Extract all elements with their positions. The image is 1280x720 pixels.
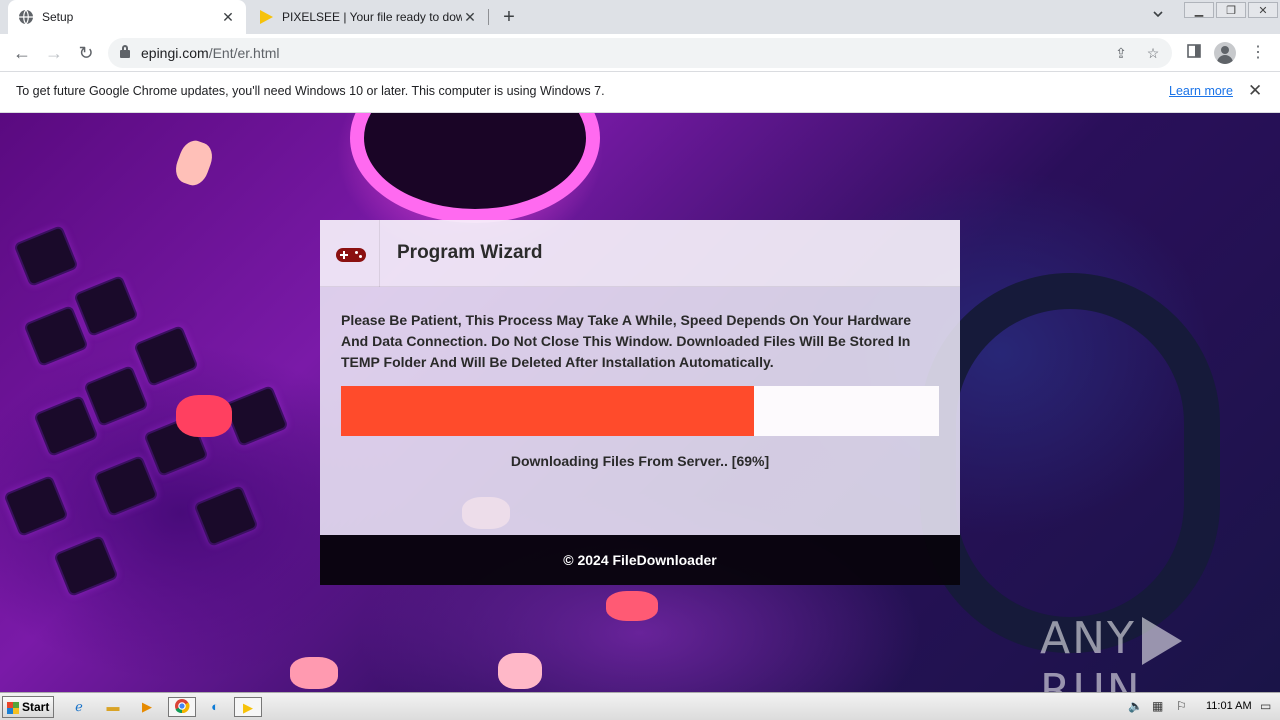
reload-button[interactable]: ↻ [73, 40, 99, 66]
volume-icon[interactable]: 🔈 [1128, 699, 1143, 713]
browser-toolbar: ← → ↻ epingi.com/Ent/er.html ⇪ ☆ ⋮ [0, 34, 1280, 72]
taskbar-clock[interactable]: 11:01 AM [1206, 700, 1252, 712]
update-infobar: To get future Google Chrome updates, you… [0, 72, 1280, 113]
wizard-icon-cell [320, 220, 380, 287]
action-center-flag-icon[interactable]: ⚐ [1176, 699, 1187, 713]
background-cup [350, 113, 600, 223]
tab-setup[interactable]: Setup ✕ [8, 0, 246, 34]
tab-search-chevron-icon[interactable] [1152, 8, 1164, 23]
background-key [223, 384, 289, 448]
background-key [73, 274, 139, 338]
tab-title: Setup [42, 10, 74, 24]
tab-strip: Setup ✕ PIXELSEE | Your file ready to do… [0, 0, 1280, 34]
close-tab-icon[interactable]: ✕ [220, 9, 236, 26]
watermark-right: RUN [1040, 665, 1142, 692]
show-desktop-icon[interactable]: ▭ [1260, 699, 1271, 713]
background-key [193, 484, 259, 548]
learn-more-link[interactable]: Learn more [1169, 84, 1233, 98]
program-wizard-card: Program Wizard Please Be Patient, This P… [320, 220, 960, 585]
background-key [33, 394, 99, 458]
media-player-icon[interactable]: ▶ [136, 697, 158, 717]
globe-icon [19, 9, 33, 25]
background-key [133, 324, 199, 388]
url-text[interactable]: epingi.com/Ent/er.html [141, 45, 280, 61]
wizard-title: Program Wizard [397, 242, 543, 263]
close-window-button[interactable]: ✕ [1248, 2, 1278, 18]
forward-button[interactable]: → [41, 40, 67, 66]
background-key [23, 304, 89, 368]
wizard-footer: © 2024 FileDownloader [320, 535, 960, 585]
share-icon[interactable]: ⇪ [1112, 44, 1130, 62]
window-controls: ▁ ❐ ✕ [1182, 2, 1278, 18]
network-icon[interactable]: ▦ [1152, 699, 1163, 713]
background-candy [290, 657, 338, 689]
wizard-body: Please Be Patient, This Process May Take… [320, 287, 960, 535]
watermark-left: ANY [1040, 613, 1136, 664]
anyrun-watermark: ANYRUN [1040, 613, 1280, 692]
play-logo-icon [1141, 617, 1182, 665]
close-tab-icon[interactable]: ✕ [462, 9, 478, 26]
tab-separator [488, 9, 489, 25]
file-explorer-icon[interactable]: ▬ [102, 697, 124, 717]
address-bar[interactable]: epingi.com/Ent/er.html ⇪ ☆ [108, 38, 1172, 68]
close-icon[interactable]: ✕ [1248, 81, 1262, 101]
profile-avatar-icon[interactable] [1214, 42, 1236, 64]
page-background: ANYRUN Program Wizard Please Be Patient,… [0, 113, 1280, 692]
download-status: Downloading Files From Server.. [69%] [510, 453, 770, 469]
infobar-message: To get future Google Chrome updates, you… [16, 84, 605, 98]
background-candy [176, 395, 232, 437]
minimize-button[interactable]: ▁ [1184, 2, 1214, 18]
bookmark-star-icon[interactable]: ☆ [1144, 44, 1162, 62]
tab-pixelsee[interactable]: PIXELSEE | Your file ready to download ✕ [248, 0, 488, 34]
progress-fill [341, 386, 754, 436]
play-triangle-icon [260, 10, 273, 24]
url-path: /Ent/er.html [208, 45, 280, 61]
background-key [83, 364, 149, 428]
download-progress-bar [341, 386, 939, 436]
background-key [93, 454, 159, 518]
windows-taskbar: Start ℯ ▬ ▶ ◐ ▶ 🔈 ▦ ⚐ 11:01 AM ▭ [0, 692, 1280, 720]
background-key [53, 534, 119, 598]
start-button[interactable]: Start [2, 696, 54, 718]
url-host: epingi.com [141, 45, 209, 61]
restore-button[interactable]: ❐ [1216, 2, 1246, 18]
tab-title: PIXELSEE | Your file ready to download [282, 10, 462, 24]
internet-explorer-icon[interactable]: ℯ [68, 697, 90, 717]
gamepad-icon [336, 248, 366, 262]
background-candy [606, 591, 658, 621]
background-key [13, 224, 79, 288]
back-button[interactable]: ← [9, 40, 35, 66]
background-candy [171, 136, 217, 190]
new-tab-button[interactable]: + [498, 6, 520, 28]
background-candy [498, 653, 542, 689]
wizard-message: Please Be Patient, This Process May Take… [341, 312, 912, 370]
start-label: Start [22, 700, 50, 714]
windows-logo-icon [7, 701, 19, 714]
menu-kebab-icon[interactable]: ⋮ [1248, 43, 1268, 63]
chrome-taskbar-icon[interactable] [168, 697, 196, 717]
pixelsee-taskbar-icon[interactable]: ▶ [234, 697, 262, 717]
lock-icon[interactable] [120, 45, 130, 58]
side-panel-icon[interactable] [1184, 43, 1204, 63]
edge-icon[interactable]: ◐ [204, 697, 226, 717]
background-key [3, 474, 69, 538]
background-headset [920, 273, 1220, 653]
wizard-header: Program Wizard [320, 220, 960, 287]
